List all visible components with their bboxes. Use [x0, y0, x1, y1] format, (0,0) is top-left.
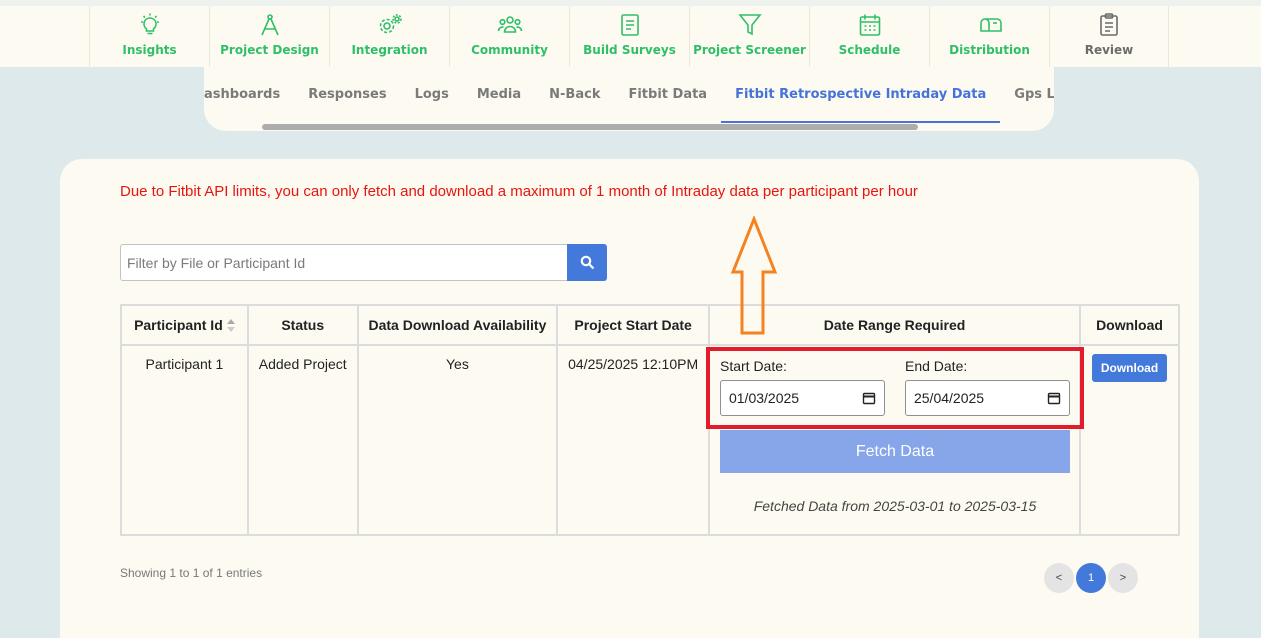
calendar-icon[interactable]	[862, 391, 876, 405]
nav-item-build-surveys[interactable]: Build Surveys	[569, 6, 689, 67]
search-button[interactable]	[567, 244, 607, 281]
nav-item-project-screener[interactable]: Project Screener	[689, 6, 809, 67]
tab-gps-location[interactable]: Gps Locatio	[1000, 67, 1054, 123]
col-header-participant-id[interactable]: Participant Id	[120, 304, 249, 346]
nav-item-label: Community	[471, 43, 548, 57]
nav-item-label: Project Screener	[693, 43, 806, 57]
fetch-data-button[interactable]: Fetch Data	[719, 430, 1070, 473]
tab-dashboards[interactable]: ashboards	[204, 67, 294, 123]
cell-participant-id: Participant 1	[120, 344, 249, 536]
nav-item-schedule[interactable]: Schedule	[809, 6, 929, 67]
entries-info: Showing 1 to 1 of 1 entries	[120, 566, 263, 580]
tab-n-back[interactable]: N-Back	[535, 67, 614, 123]
tab-media[interactable]: Media	[463, 67, 535, 123]
table-header-row: Participant Id Status Data Download Avai…	[120, 304, 1180, 346]
document-icon	[620, 14, 639, 36]
api-limit-notice: Due to Fitbit API limits, you can only f…	[120, 183, 918, 200]
top-nav: Insights Project Design Integration Comm…	[0, 0, 1261, 67]
nav-item-label: Project Design	[220, 43, 319, 57]
nav-item-distribution[interactable]: Distribution	[929, 6, 1049, 67]
cell-availability: Yes	[356, 344, 559, 536]
cell-start-date: 04/25/2025 12:10PM	[556, 344, 710, 536]
tab-responses[interactable]: Responses	[294, 67, 400, 123]
table-row: Participant 1 Added Project Yes 04/25/20…	[120, 344, 1180, 536]
header-label: Participant Id	[134, 316, 223, 333]
calendar-icon	[859, 14, 880, 36]
nav-item-project-design[interactable]: Project Design	[209, 6, 329, 67]
nav-item-label: Build Surveys	[583, 43, 676, 57]
col-header-download: Download	[1079, 304, 1180, 346]
start-date-group: Start Date: 01/03/2025	[719, 358, 885, 416]
col-header-availability: Data Download Availability	[356, 304, 559, 346]
search-icon	[580, 255, 594, 270]
nav-item-label: Insights	[122, 43, 177, 57]
start-date-label: Start Date:	[719, 358, 787, 374]
col-header-start-date: Project Start Date	[556, 304, 710, 346]
sort-icon[interactable]	[226, 319, 235, 333]
mailbox-icon	[979, 18, 1002, 32]
cell-date-range: Start Date: 01/03/2025 End Date: 25/04/2…	[705, 344, 1084, 536]
gears-icon	[379, 14, 402, 34]
nav-item-label: Distribution	[949, 43, 1030, 57]
calendar-icon[interactable]	[1047, 391, 1061, 405]
page-1-button[interactable]: 1	[1076, 563, 1106, 593]
nav-item-label: Integration	[351, 43, 428, 57]
col-header-status: Status	[246, 304, 359, 346]
clipboard-icon	[1100, 13, 1118, 36]
nav-item-review[interactable]: Review	[1049, 6, 1169, 67]
tab-fitbit-retrospective-intraday-data[interactable]: Fitbit Retrospective Intraday Data	[721, 67, 1001, 123]
filter-bar	[120, 244, 607, 281]
cell-download: Download	[1079, 344, 1180, 536]
end-date-input[interactable]: 25/04/2025	[904, 380, 1070, 416]
nav-item-label: Review	[1084, 43, 1134, 57]
search-input[interactable]	[120, 244, 567, 281]
nav-item-community[interactable]: Community	[449, 6, 569, 67]
next-page-button[interactable]: >	[1108, 563, 1138, 593]
start-date-input[interactable]: 01/03/2025	[719, 380, 885, 416]
lightbulb-icon	[140, 13, 159, 35]
compass-icon	[260, 14, 279, 36]
end-date-label: End Date:	[904, 358, 968, 374]
sub-tabs: ashboards Responses Logs Media N-Back Fi…	[204, 67, 1054, 131]
cell-status: Added Project	[246, 344, 359, 536]
pagination: < 1 >	[1044, 563, 1138, 593]
fetched-note: Fetched Data from 2025-03-01 to 2025-03-…	[753, 498, 1037, 514]
end-date-value: 25/04/2025	[913, 390, 985, 406]
tab-fitbit-data[interactable]: Fitbit Data	[614, 67, 721, 123]
people-icon	[497, 16, 522, 33]
download-button[interactable]: Download	[1091, 354, 1168, 382]
horizontal-scrollbar[interactable]	[262, 124, 918, 130]
data-table: Participant Id Status Data Download Avai…	[120, 304, 1180, 536]
end-date-group: End Date: 25/04/2025	[904, 358, 1070, 416]
nav-item-integration[interactable]: Integration	[329, 6, 449, 67]
prev-page-button[interactable]: <	[1044, 563, 1074, 593]
nav-item-label: Schedule	[838, 43, 901, 57]
annotation-arrow-icon	[730, 216, 778, 335]
filter-icon	[737, 14, 762, 36]
nav-item-insights[interactable]: Insights	[89, 6, 209, 67]
start-date-value: 01/03/2025	[728, 390, 800, 406]
tab-logs[interactable]: Logs	[401, 67, 463, 123]
